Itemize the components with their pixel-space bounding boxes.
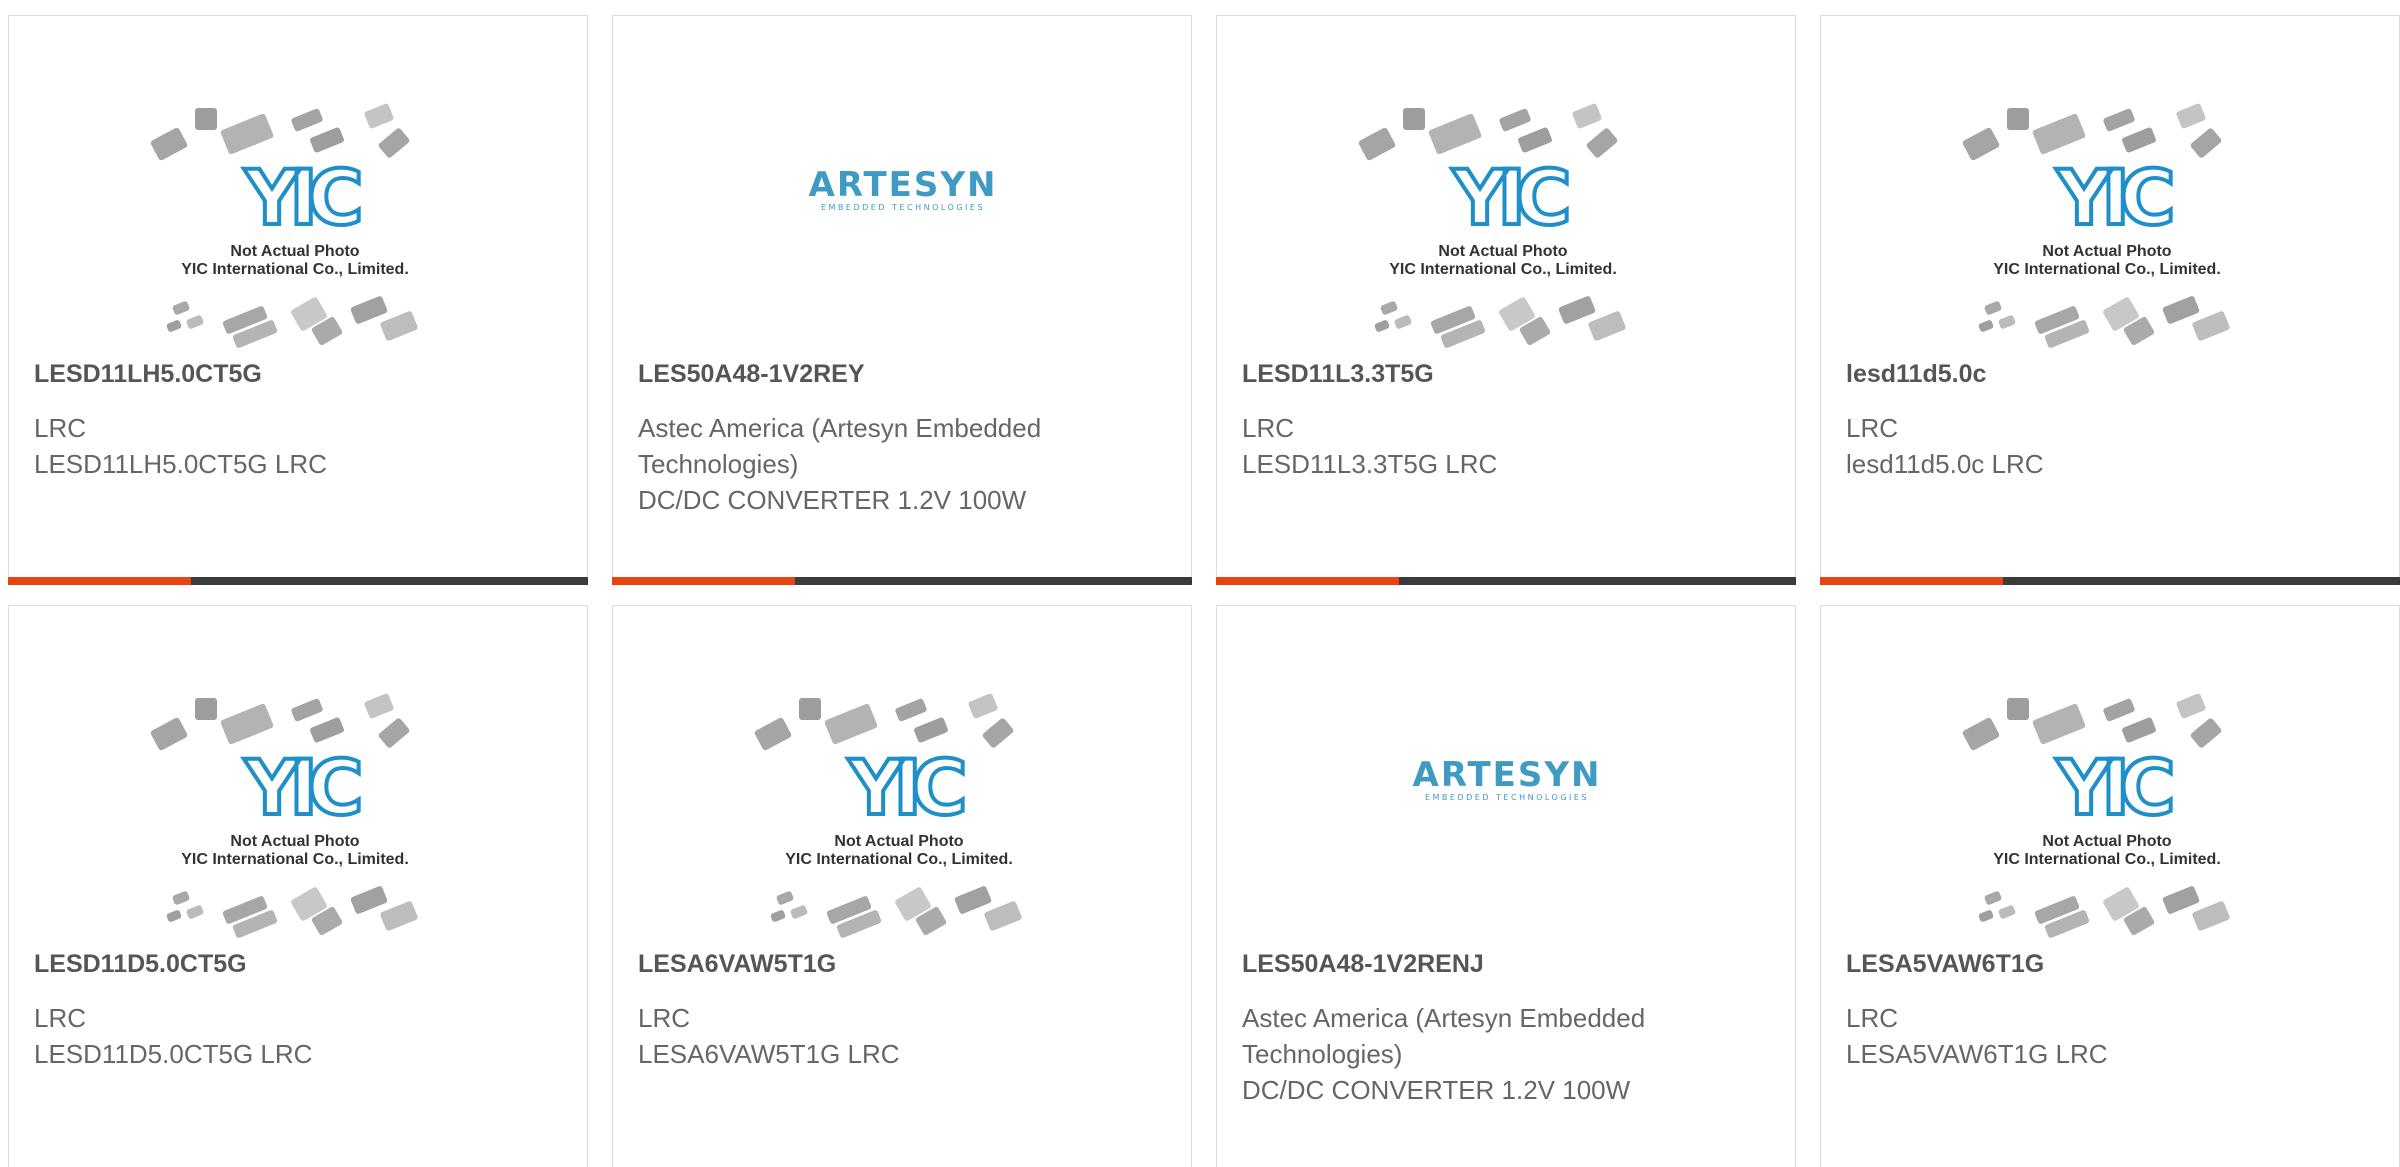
svg-text:EMBEDDED TECHNOLOGIES: EMBEDDED TECHNOLOGIES (821, 203, 985, 212)
product-card[interactable]: YIC Not Actual Photo YIC International Co.… (1216, 15, 1796, 585)
product-part-number: LESA5VAW6T1G (1846, 950, 2045, 978)
product-description: LESA6VAW5T1G LRC (638, 1039, 900, 1069)
product-card[interactable]: YIC Not Actual Photo YIC International Co.… (8, 605, 588, 1167)
product-part-number: LESA6VAW5T1G (638, 950, 837, 978)
svg-text:ARTESYN: ARTESYN (1413, 755, 1602, 795)
yic-placeholder-image: YICNot Actual PhotoYIC International Co.… (150, 103, 418, 348)
product-part-number: lesd11d5.0c (1846, 360, 1987, 388)
product-card[interactable]: YIC Not Actual Photo YIC International Co.… (612, 605, 1192, 1167)
product-card[interactable]: ARTESYN EMBEDDED TECHNOLOGIES LES50A48-1V… (1216, 605, 1796, 1167)
card-accent-bar (8, 577, 588, 585)
svg-text:YIC: YIC (1451, 153, 1566, 242)
card-accent-bar (1820, 577, 2400, 585)
product-part-number: LESD11D5.0CT5G (34, 950, 247, 978)
product-image: YIC Not Actual Photo YIC International Co.… (9, 16, 587, 356)
svg-text:EMBEDDED TECHNOLOGIES: EMBEDDED TECHNOLOGIES (1425, 793, 1589, 802)
product-manufacturer: LRC (1846, 1003, 1899, 1033)
svg-text:YIC: YIC (2055, 153, 2170, 242)
yic-placeholder-image: YICNot Actual PhotoYIC International Co.… (754, 693, 1022, 938)
card-accent-bar (1216, 577, 1796, 585)
svg-text:Not Actual Photo: Not Actual Photo (230, 243, 359, 260)
product-manufacturer: Astec America (Artesyn Embedded Technolo… (638, 413, 1042, 479)
product-manufacturer: LRC (1846, 413, 1899, 443)
svg-text:YIC: YIC (847, 743, 962, 832)
product-card[interactable]: YIC Not Actual Photo YIC International Co.… (1820, 15, 2400, 585)
product-description: LESA5VAW6T1G LRC (1846, 1039, 2108, 1069)
product-description: LESD11D5.0CT5G LRC (34, 1039, 313, 1069)
svg-text:Not Actual Photo: Not Actual Photo (230, 833, 359, 850)
yic-placeholder-image: YICNot Actual PhotoYIC International Co.… (1962, 103, 2230, 348)
product-image: YIC Not Actual Photo YIC International Co.… (1821, 16, 2399, 356)
svg-text:Not Actual Photo: Not Actual Photo (1438, 243, 1567, 260)
product-description: LESD11L3.3T5G LRC (1242, 449, 1498, 479)
yic-placeholder-image: YICNot Actual PhotoYIC International Co.… (1358, 103, 1626, 348)
svg-text:ARTESYN: ARTESYN (809, 165, 998, 205)
product-image: ARTESYN EMBEDDED TECHNOLOGIES (613, 16, 1191, 356)
product-image: YIC Not Actual Photo YIC International Co.… (9, 606, 587, 946)
product-manufacturer: LRC (34, 1003, 87, 1033)
product-image: YIC Not Actual Photo YIC International Co.… (1821, 606, 2399, 946)
svg-text:YIC: YIC (243, 153, 358, 242)
product-part-number: LES50A48-1V2REY (638, 360, 865, 388)
product-image: YIC Not Actual Photo YIC International Co.… (1217, 16, 1795, 356)
product-card[interactable]: YIC Not Actual Photo YIC International Co.… (1820, 605, 2400, 1167)
card-accent-bar (612, 577, 1192, 585)
svg-text:YIC International Co., Limited: YIC International Co., Limited. (1993, 851, 2221, 868)
svg-text:Not Actual Photo: Not Actual Photo (834, 833, 963, 850)
artesyn-logo-image: ARTESYNEMBEDDED TECHNOLOGIES (1413, 755, 1602, 802)
product-card[interactable]: YIC Not Actual Photo YIC International Co.… (8, 15, 588, 585)
artesyn-logo-image: ARTESYNEMBEDDED TECHNOLOGIES (809, 165, 998, 212)
svg-text:YIC International Co., Limited: YIC International Co., Limited. (1993, 261, 2221, 278)
product-manufacturer: Astec America (Artesyn Embedded Technolo… (1242, 1003, 1646, 1069)
product-part-number: LESD11L3.3T5G (1242, 360, 1434, 388)
svg-text:YIC International Co., Limited: YIC International Co., Limited. (785, 851, 1013, 868)
svg-text:YIC International Co., Limited: YIC International Co., Limited. (1389, 261, 1617, 278)
yic-placeholder-image: YICNot Actual PhotoYIC International Co.… (150, 693, 418, 938)
svg-text:Not Actual Photo: Not Actual Photo (2042, 243, 2171, 260)
svg-text:Not Actual Photo: Not Actual Photo (2042, 833, 2171, 850)
svg-text:YIC: YIC (2055, 743, 2170, 832)
product-manufacturer: LRC (34, 413, 87, 443)
product-card[interactable]: ARTESYN EMBEDDED TECHNOLOGIES LES50A48-1V… (612, 15, 1192, 585)
product-description: DC/DC CONVERTER 1.2V 100W (1242, 1075, 1631, 1105)
product-part-number: LESD11LH5.0CT5G (34, 360, 262, 388)
yic-placeholder-image: YICNot Actual PhotoYIC International Co.… (1962, 693, 2230, 938)
product-manufacturer: LRC (638, 1003, 691, 1033)
product-part-number: LES50A48-1V2RENJ (1242, 950, 1484, 978)
product-manufacturer: LRC (1242, 413, 1295, 443)
product-image: YIC Not Actual Photo YIC International Co.… (613, 606, 1191, 946)
svg-text:YIC: YIC (243, 743, 358, 832)
product-image: ARTESYN EMBEDDED TECHNOLOGIES (1217, 606, 1795, 946)
svg-text:YIC International Co., Limited: YIC International Co., Limited. (181, 261, 409, 278)
svg-text:YIC International Co., Limited: YIC International Co., Limited. (181, 851, 409, 868)
product-description: DC/DC CONVERTER 1.2V 100W (638, 485, 1027, 515)
product-description: LESD11LH5.0CT5G LRC (34, 449, 327, 479)
product-description: lesd11d5.0c LRC (1846, 449, 2044, 479)
